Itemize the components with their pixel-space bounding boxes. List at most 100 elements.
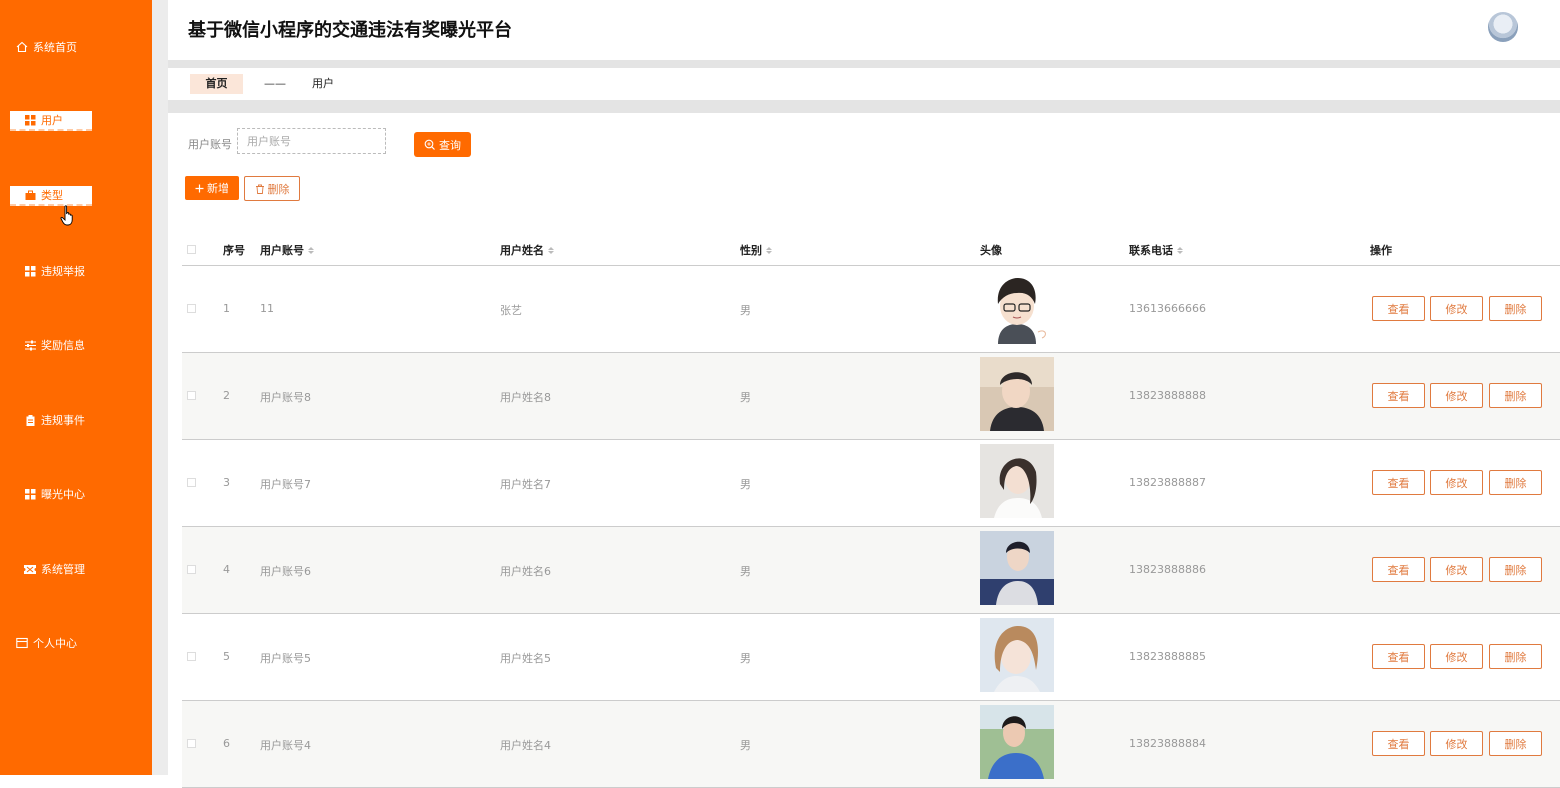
sidebar-item-violation-events[interactable]: 违规事件 [10, 410, 92, 430]
grid-icon [24, 114, 36, 126]
sidebar-item-violation-report[interactable]: 违规举报 [10, 261, 92, 281]
sidebar-item-label: 类型 [41, 189, 63, 202]
row-checkbox[interactable] [187, 652, 196, 661]
users-table: 序号 用户账号 用户姓名 性别 头像 联系电话 操作 1 11 张艺 男 136… [182, 232, 1560, 788]
query-button[interactable]: 查询 [414, 132, 471, 157]
cell-gender: 男 [740, 304, 751, 317]
cell-index: 5 [223, 650, 230, 663]
sort-icon[interactable] [548, 246, 554, 254]
table-row: 2 用户账号8 用户姓名8 男 13823888888 查看 修改 删除 [182, 353, 1560, 440]
cell-gender: 男 [740, 391, 751, 404]
edit-button[interactable]: 修改 [1430, 557, 1483, 582]
add-button-label: 新增 [207, 182, 229, 195]
row-delete-button[interactable]: 删除 [1489, 470, 1542, 495]
sidebar-item-label: 用户 [41, 114, 63, 127]
view-button[interactable]: 查看 [1372, 557, 1425, 582]
cell-name: 用户姓名7 [500, 478, 551, 491]
view-button[interactable]: 查看 [1372, 731, 1425, 756]
sidebar-item-exposure-center[interactable]: 曝光中心 [10, 484, 92, 504]
add-button[interactable]: 新增 [185, 176, 239, 200]
edit-button[interactable]: 修改 [1430, 470, 1483, 495]
sort-icon[interactable] [308, 246, 314, 254]
cell-gender: 男 [740, 478, 751, 491]
cell-name: 用户姓名6 [500, 565, 551, 578]
avatar[interactable] [1488, 12, 1518, 42]
user-avatar-image [980, 357, 1054, 431]
search-input[interactable] [237, 128, 386, 154]
user-avatar-image [980, 270, 1054, 344]
cell-index: 2 [223, 389, 230, 402]
sidebar: 系统首页 用户 类型 违规举报 奖励信息 违规事件 曝光中心 系统管理 个人中心 [0, 0, 152, 775]
breadcrumb-home[interactable]: 首页 [190, 74, 243, 94]
view-button[interactable]: 查看 [1372, 383, 1425, 408]
sliders-icon [24, 339, 36, 351]
cell-index: 4 [223, 563, 230, 576]
breadcrumb: 首页 —— 用户 [168, 68, 1560, 100]
edit-button[interactable]: 修改 [1430, 296, 1483, 321]
column-header-phone[interactable]: 联系电话 [1129, 242, 1183, 258]
sidebar-item-types[interactable]: 类型 [10, 186, 92, 206]
edit-button[interactable]: 修改 [1430, 731, 1483, 756]
sidebar-item-profile[interactable]: 个人中心 [16, 633, 98, 653]
sidebar-gutter [152, 0, 168, 775]
user-avatar-image [980, 705, 1054, 779]
row-delete-button[interactable]: 删除 [1489, 557, 1542, 582]
cell-name: 张艺 [500, 304, 522, 317]
column-header-gender[interactable]: 性别 [740, 242, 772, 258]
sidebar-item-label: 违规举报 [41, 265, 85, 278]
edit-button[interactable]: 修改 [1430, 383, 1483, 408]
sidebar-item-label: 个人中心 [33, 637, 77, 650]
sidebar-item-label: 系统首页 [33, 41, 77, 54]
cell-phone: 13613666666 [1129, 302, 1206, 315]
clipboard-icon [24, 414, 36, 426]
cell-gender: 男 [740, 652, 751, 665]
table-row: 3 用户账号7 用户姓名7 男 13823888887 查看 修改 删除 [182, 440, 1560, 527]
row-checkbox[interactable] [187, 391, 196, 400]
breadcrumb-current: 用户 [312, 77, 334, 90]
cell-account: 用户账号8 [260, 391, 311, 404]
cell-account: 用户账号4 [260, 739, 311, 752]
column-header-index: 序号 [223, 244, 245, 257]
breadcrumb-separator: —— [264, 77, 286, 90]
cell-phone: 13823888886 [1129, 563, 1206, 576]
table-row: 5 用户账号5 用户姓名5 男 13823888885 查看 修改 删除 [182, 614, 1560, 701]
row-checkbox[interactable] [187, 478, 196, 487]
view-button[interactable]: 查看 [1372, 296, 1425, 321]
row-checkbox[interactable] [187, 304, 196, 313]
row-delete-button[interactable]: 删除 [1489, 644, 1542, 669]
sort-icon[interactable] [766, 246, 772, 254]
user-avatar-image [980, 618, 1054, 692]
view-button[interactable]: 查看 [1372, 644, 1425, 669]
breadcrumb-divider [168, 100, 1560, 113]
trash-icon [255, 184, 264, 194]
delete-button[interactable]: 删除 [244, 176, 300, 201]
column-header-account[interactable]: 用户账号 [260, 242, 314, 258]
query-button-label: 查询 [439, 138, 461, 152]
row-delete-button[interactable]: 删除 [1489, 731, 1542, 756]
select-all-checkbox[interactable] [187, 245, 196, 254]
sidebar-item-users[interactable]: 用户 [10, 111, 92, 131]
cell-name: 用户姓名5 [500, 652, 551, 665]
view-button[interactable]: 查看 [1372, 470, 1425, 495]
cell-account: 用户账号5 [260, 652, 311, 665]
row-delete-button[interactable]: 删除 [1489, 296, 1542, 321]
cell-index: 3 [223, 476, 230, 489]
edit-button[interactable]: 修改 [1430, 644, 1483, 669]
cell-phone: 13823888884 [1129, 737, 1206, 750]
sidebar-item-home[interactable]: 系统首页 [16, 37, 98, 57]
search-label: 用户账号 [188, 138, 232, 151]
column-header-name[interactable]: 用户姓名 [500, 242, 554, 258]
sidebar-item-label: 系统管理 [41, 563, 85, 576]
home-icon [16, 41, 28, 53]
cell-phone: 13823888887 [1129, 476, 1206, 489]
row-delete-button[interactable]: 删除 [1489, 383, 1542, 408]
cell-name: 用户姓名8 [500, 391, 551, 404]
cell-index: 6 [223, 737, 230, 750]
user-avatar-image [980, 444, 1054, 518]
table-row: 1 11 张艺 男 13613666666 查看 修改 删除 [182, 266, 1560, 353]
sidebar-item-system-admin[interactable]: 系统管理 [10, 559, 92, 579]
sidebar-item-rewards[interactable]: 奖励信息 [10, 335, 92, 355]
row-checkbox[interactable] [187, 739, 196, 748]
sort-icon[interactable] [1177, 246, 1183, 254]
row-checkbox[interactable] [187, 565, 196, 574]
